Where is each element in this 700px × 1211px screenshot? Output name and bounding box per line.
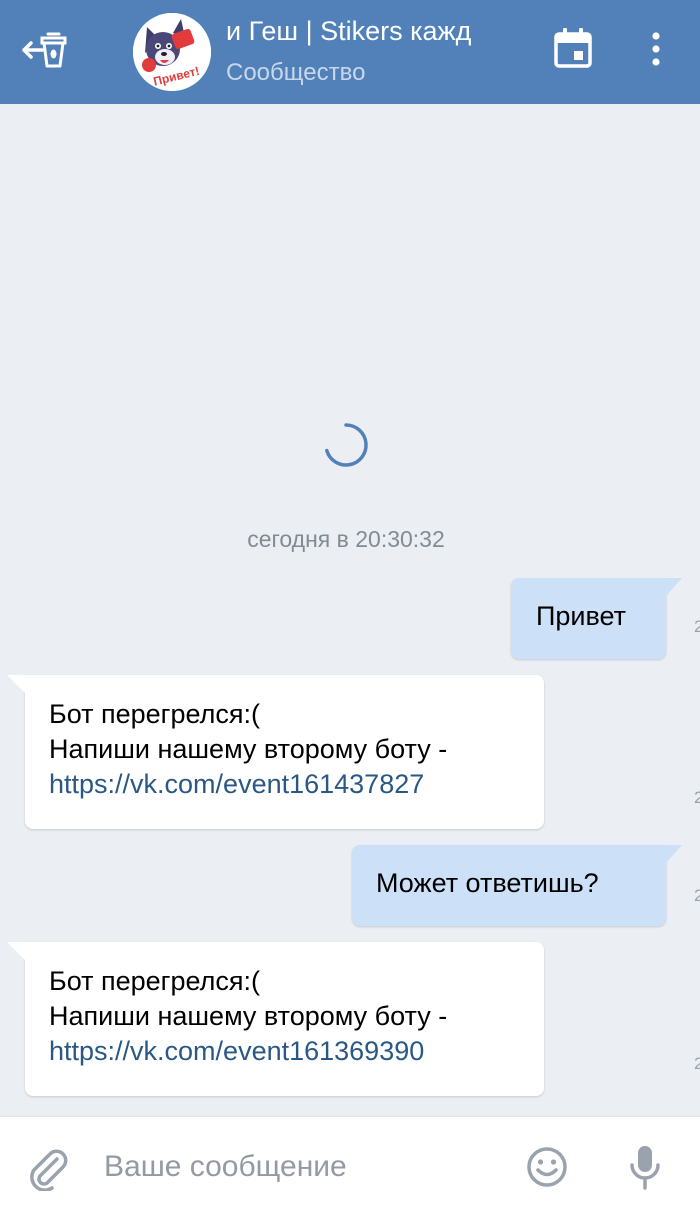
message-link[interactable]: https://vk.com/event161437827 <box>49 767 544 802</box>
bubble-tail <box>666 845 682 863</box>
bubble-tail <box>7 942 25 960</box>
message-time: 2 <box>694 1054 700 1073</box>
message-time: 2 <box>694 617 700 636</box>
more-vertical-icon <box>652 32 660 66</box>
back-cup-icon <box>22 32 67 68</box>
message-text-line: Напиши нашему второму боту - <box>49 1001 448 1031</box>
microphone-icon <box>630 1146 660 1190</box>
message-bubble-outgoing[interactable]: Может ответишь? <box>352 845 682 926</box>
chat-title[interactable]: и Геш | Stikers кажд <box>226 16 516 47</box>
spinner-icon <box>325 423 368 467</box>
message-bubble-outgoing[interactable]: Привет <box>511 578 682 659</box>
husky-sticker-icon: Привет! <box>133 13 211 91</box>
back-button[interactable] <box>20 28 72 72</box>
paperclip-icon <box>30 1149 68 1192</box>
message-text-line: Бот перегрелся:( <box>49 966 261 996</box>
message-text: Может ответишь? <box>376 868 599 898</box>
attach-button[interactable] <box>27 1147 69 1192</box>
message-text: Привет <box>536 601 627 631</box>
voice-message-button[interactable] <box>627 1143 663 1193</box>
bubble-tail <box>7 675 25 693</box>
message-text-line: Бот перегрелся:( <box>49 699 261 729</box>
message-link[interactable]: https://vk.com/event161369390 <box>49 1034 544 1069</box>
smiley-icon <box>527 1147 567 1187</box>
calendar-icon <box>554 28 592 68</box>
chat-header: Привет! и Геш | Stikers кажд Сообщество <box>0 0 700 104</box>
message-bubble-incoming[interactable]: Бот перегрелся:( Напиши нашему второму б… <box>7 675 544 829</box>
community-avatar[interactable]: Привет! <box>133 13 211 91</box>
date-separator: сегодня в 20:30:32 <box>247 526 445 552</box>
more-button[interactable] <box>640 30 672 70</box>
bubble-tail <box>666 578 682 596</box>
message-time: 2 <box>694 788 700 807</box>
chat-subtitle: Сообщество <box>226 59 366 86</box>
message-composer <box>0 1116 700 1211</box>
message-text-line: Напиши нашему второму боту - <box>49 734 448 764</box>
events-button[interactable] <box>552 26 594 70</box>
message-bubble-incoming[interactable]: Бот перегрелся:( Напиши нашему второму б… <box>7 942 544 1096</box>
message-input[interactable] <box>104 1147 504 1187</box>
message-time: 2 <box>694 886 700 905</box>
emoji-button[interactable] <box>525 1145 569 1189</box>
loading-spinner <box>322 421 370 469</box>
